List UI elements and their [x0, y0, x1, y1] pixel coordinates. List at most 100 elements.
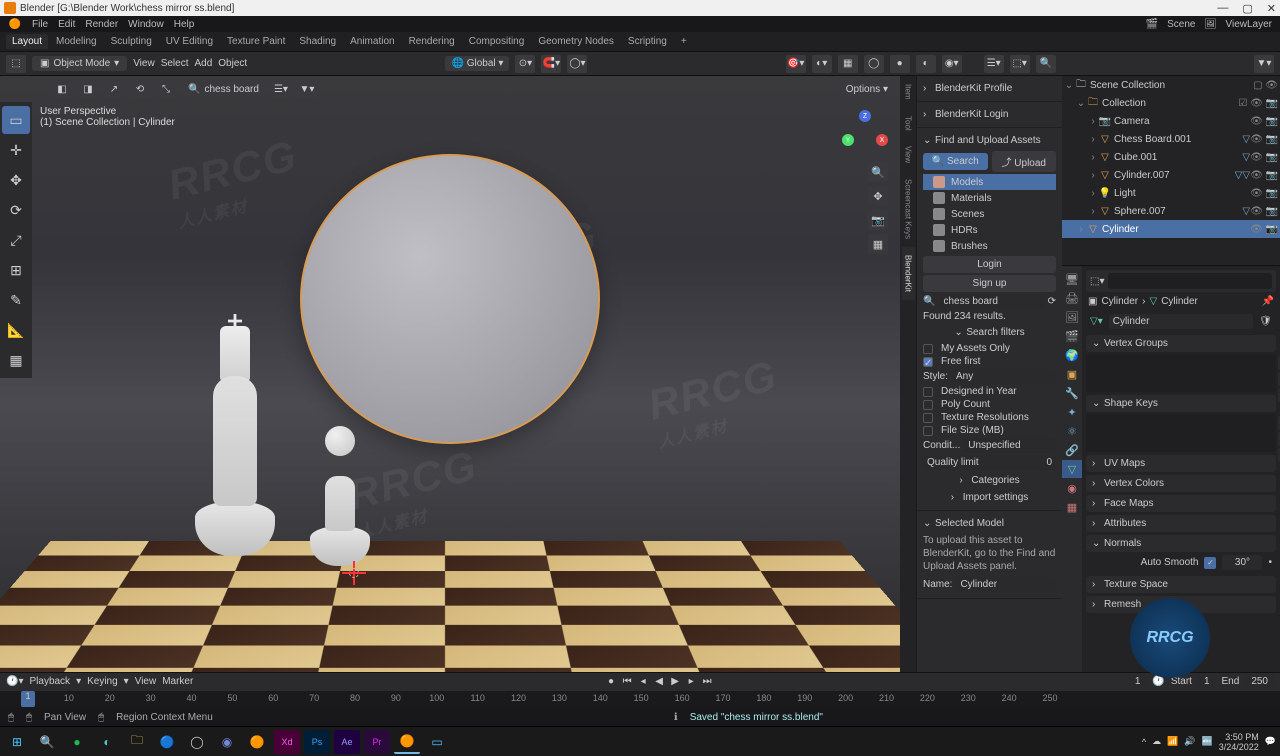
tray-time[interactable]: 3:50 PM — [1219, 732, 1259, 742]
notification-icon[interactable]: 💬 — [1265, 736, 1276, 747]
tool-rotate[interactable]: ⟳ — [2, 196, 30, 224]
login-button[interactable]: Login — [923, 256, 1056, 273]
axis-y[interactable]: Y — [842, 134, 854, 146]
app-icon[interactable]: ▭ — [424, 730, 450, 754]
outliner-search-icon[interactable] — [1036, 55, 1056, 73]
snap-toggle[interactable]: 🧲▾ — [541, 55, 561, 73]
timeline-cursor[interactable]: 1 — [21, 691, 35, 707]
tab-uv-editing[interactable]: UV Editing — [160, 34, 219, 49]
toolheader-view[interactable]: View — [133, 58, 155, 69]
timeline-ruler[interactable]: 1 10203040506070809010011012013014015016… — [0, 691, 1280, 709]
prop-tab-data[interactable]: ▽ — [1062, 460, 1082, 478]
tab-rendering[interactable]: Rendering — [403, 34, 461, 49]
properties-search[interactable] — [1108, 273, 1272, 289]
outliner-display-mode[interactable]: ⬚▾ — [1010, 55, 1030, 73]
toolheader-object[interactable]: Object — [218, 58, 247, 69]
filesize-checkbox[interactable]: File Size (MB) — [923, 425, 1056, 436]
menu-edit[interactable]: Edit — [58, 19, 75, 30]
panel-face-maps[interactable]: Face Maps — [1086, 495, 1276, 512]
upload-tab[interactable]: ⤴ Upload — [992, 151, 1057, 172]
toolheader-select[interactable]: Select — [161, 58, 189, 69]
edge-icon[interactable]: ◐ — [94, 730, 120, 754]
overlay-toggle[interactable]: ◐▾ — [812, 55, 832, 73]
jump-start[interactable]: ⏮ — [620, 675, 634, 689]
prop-tab-constraints[interactable]: 🔗 — [1062, 441, 1082, 459]
viewport-search[interactable]: chess board — [182, 82, 265, 97]
panel-vertex-colors[interactable]: Vertex Colors — [1086, 475, 1276, 492]
nav-gizmo[interactable]: Z X Y — [842, 110, 888, 156]
quality-limit[interactable]: Quality limit0 — [923, 455, 1056, 470]
pr-icon[interactable]: Pr — [364, 730, 390, 754]
prop-tab-particles[interactable]: ✦ — [1062, 403, 1082, 421]
tray-lang-icon[interactable]: 🔤 — [1202, 736, 1213, 747]
move-view-icon[interactable]: ✥ — [868, 186, 888, 206]
outliner-item-cylinder[interactable]: ›▽Cylinder👁 📷 — [1062, 220, 1280, 238]
keyframe-dot-icon[interactable]: • — [1268, 557, 1272, 568]
vtab-blenderkit[interactable]: BlenderKit — [902, 247, 915, 300]
play-forward[interactable]: ▶ — [668, 675, 682, 689]
keyframe-prev[interactable]: ◂ — [636, 675, 650, 689]
tray-volume-icon[interactable]: 🔊 — [1184, 736, 1195, 747]
menu-window[interactable]: Window — [128, 19, 164, 30]
tool-annotate[interactable]: ✎ — [2, 286, 30, 314]
vtab-screencast[interactable]: Screencast Keys — [902, 171, 915, 247]
section-find-upload[interactable]: Find and Upload Assets — [923, 132, 1056, 149]
maximize-button[interactable]: ▢ — [1242, 2, 1252, 15]
perspective-icon[interactable]: ▦ — [868, 234, 888, 254]
camera-view-icon[interactable]: 📷 — [868, 210, 888, 230]
section-profile[interactable]: BlenderKit Profile — [923, 80, 1056, 97]
panel-vertex-groups[interactable]: Vertex Groups — [1086, 335, 1276, 352]
scale-toggle[interactable]: ⤡ — [156, 80, 176, 98]
asset-type-brushes[interactable]: Brushes — [923, 238, 1056, 254]
outliner-collection[interactable]: ⌄🗀Collection☑ 👁 📷 — [1062, 94, 1280, 112]
pin-icon[interactable]: 📌 — [1262, 296, 1274, 307]
outliner-item-sphere007[interactable]: ›▽Sphere.007▽👁 📷 — [1062, 202, 1280, 220]
tab-animation[interactable]: Animation — [344, 34, 400, 49]
tool-scale[interactable]: ⤢ — [2, 226, 30, 254]
axis-z[interactable]: Z — [859, 110, 871, 122]
import-settings-header[interactable]: Import settings — [923, 489, 1056, 506]
menu-help[interactable]: Help — [174, 19, 195, 30]
spotify-icon[interactable]: ● — [64, 730, 90, 754]
keyframe-next[interactable]: ▸ — [684, 675, 698, 689]
outliner-filter-icon[interactable]: ▼▾ — [1254, 55, 1274, 73]
style-dropdown[interactable]: Any — [952, 369, 1056, 384]
ae-icon[interactable]: Ae — [334, 730, 360, 754]
tab-add[interactable]: + — [675, 34, 693, 49]
toolheader-add[interactable]: Add — [194, 58, 212, 69]
proportional-edit-toggle[interactable]: ◯▾ — [567, 55, 587, 73]
outliner-item-cube[interactable]: ›▽Cube.001▽👁 📷 — [1062, 148, 1280, 166]
outliner-item-chessboard[interactable]: ›▽Chess Board.001▽👁 📷 — [1062, 130, 1280, 148]
autokey-toggle[interactable]: ● — [608, 676, 614, 687]
arrow-toggle[interactable]: ↗ — [104, 80, 124, 98]
xd-icon[interactable]: Xd — [274, 730, 300, 754]
panel-attributes[interactable]: Attributes — [1086, 515, 1276, 532]
timeline-keying[interactable]: Keying — [87, 676, 118, 687]
designed-year-checkbox[interactable]: Designed in Year — [923, 386, 1056, 397]
jump-end[interactable]: ⏭ — [700, 675, 714, 689]
timeline-view[interactable]: View — [135, 676, 157, 687]
prop-tab-object[interactable]: ▣ — [1062, 365, 1082, 383]
sync-icon[interactable]: 🕐 — [1152, 676, 1164, 687]
outliner-editor-type[interactable]: ☰▾ — [984, 55, 1004, 73]
tab-scripting[interactable]: Scripting — [622, 34, 673, 49]
menu-file[interactable]: File — [32, 19, 48, 30]
timeline-playback[interactable]: Playback — [29, 676, 70, 687]
outliner-root[interactable]: ⌄🗀Scene Collection▢ 👁 — [1062, 76, 1280, 94]
free-first-checkbox[interactable]: ✓Free first — [923, 356, 1056, 367]
prop-tab-viewlayer[interactable]: 🖼 — [1062, 308, 1082, 326]
poly-count-checkbox[interactable]: Poly Count — [923, 399, 1056, 410]
filter-icon[interactable]: ☰▾ — [271, 80, 291, 98]
axis-x[interactable]: X — [876, 134, 888, 146]
tray-date[interactable]: 3/24/2022 — [1219, 742, 1259, 752]
vertex-groups-list[interactable]: +−⌄ — [1086, 354, 1276, 392]
search-tab[interactable]: Search — [923, 153, 988, 170]
name-field[interactable]: Cylinder — [956, 577, 1056, 592]
current-frame[interactable]: 1 — [1129, 675, 1147, 688]
signup-button[interactable]: Sign up — [923, 275, 1056, 292]
tab-modeling[interactable]: Modeling — [50, 34, 103, 49]
panel-shape-keys[interactable]: Shape Keys — [1086, 395, 1276, 412]
asset-type-models[interactable]: Models — [923, 174, 1056, 190]
close-button[interactable]: ✕ — [1267, 2, 1276, 15]
viewlayer-name[interactable]: ViewLayer — [1225, 19, 1272, 30]
